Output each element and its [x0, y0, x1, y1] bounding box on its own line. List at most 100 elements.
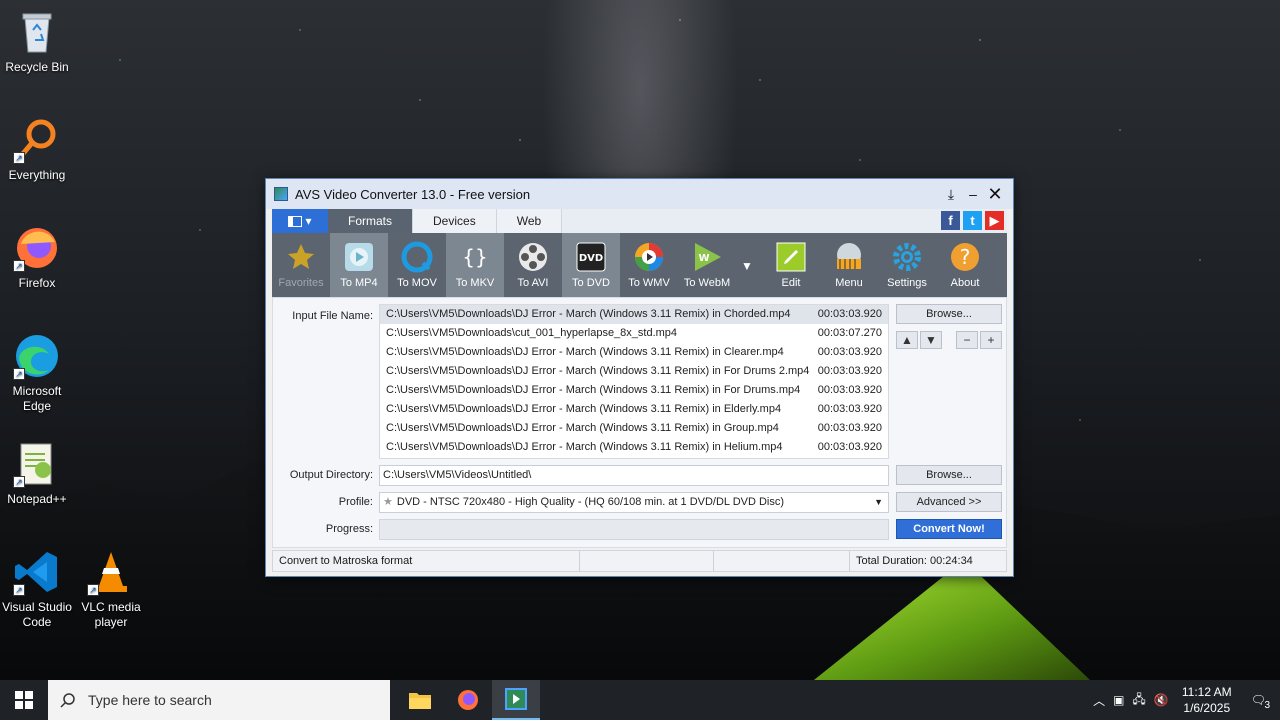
- notepadpp-icon: ↗: [13, 440, 61, 488]
- network-icon[interactable]: 🖧: [1132, 690, 1145, 711]
- svg-text:DVD: DVD: [579, 253, 603, 264]
- desktop-icon-firefox[interactable]: ↗ Firefox: [0, 224, 74, 291]
- shortcut-arrow-icon: ↗: [13, 260, 25, 272]
- profile-select[interactable]: ★ DVD - NTSC 720x480 - High Quality - (H…: [379, 492, 889, 513]
- minus-icon: −: [963, 333, 971, 347]
- tab-devices[interactable]: Devices: [413, 209, 497, 233]
- remove-file-button[interactable]: −: [956, 331, 978, 349]
- folder-icon: [409, 693, 431, 709]
- output-directory-field[interactable]: C:\Users\VM5\Videos\Untitled\: [379, 465, 889, 486]
- converter-panel: Input File Name: C:\Users\VM5\Downloads\…: [272, 297, 1007, 548]
- file-duration: 00:03:03.920: [817, 384, 882, 396]
- notification-center-button[interactable]: 🗨 3: [1245, 693, 1272, 711]
- output-directory-label: Output Directory:: [289, 469, 373, 481]
- toolbar-favorites[interactable]: Favorites: [272, 233, 330, 297]
- svg-text:{}: {}: [462, 245, 487, 269]
- taskbar-firefox[interactable]: [444, 680, 492, 720]
- file-path: C:\Users\VM5\Downloads\DJ Error - March …: [386, 346, 784, 358]
- gear-icon: [891, 241, 923, 273]
- help-icon: ?: [949, 241, 981, 273]
- desktop-icon-notepadpp[interactable]: ↗ Notepad++: [0, 440, 74, 507]
- file-row[interactable]: C:\Users\VM5\Downloads\DJ Error - March …: [380, 343, 888, 362]
- input-file-list[interactable]: C:\Users\VM5\Downloads\DJ Error - March …: [379, 304, 889, 459]
- desktop-icon-label: Everything: [8, 168, 66, 182]
- facebook-icon[interactable]: f: [941, 211, 960, 230]
- desktop-icon-vlc[interactable]: ↗ VLC media player: [74, 548, 148, 630]
- arrow-up-icon: ▲: [901, 333, 913, 347]
- tab-formats[interactable]: Formats: [328, 209, 414, 233]
- youtube-icon[interactable]: ▶: [985, 211, 1004, 230]
- main-menu-button[interactable]: ▾: [272, 209, 328, 233]
- toolbar-settings[interactable]: Settings: [878, 233, 936, 297]
- chevron-down-icon: ▼: [874, 497, 883, 507]
- browse-output-button[interactable]: Browse...: [896, 465, 1002, 485]
- toolbar-about[interactable]: ? About: [936, 233, 994, 297]
- everything-search-icon: ↗: [13, 116, 61, 164]
- edit-icon: [775, 241, 807, 273]
- avi-film-reel-icon: [517, 241, 549, 273]
- toolbar-to-avi[interactable]: To AVI: [504, 233, 562, 297]
- toolbar-edit[interactable]: Edit: [762, 233, 820, 297]
- file-duration: 00:03:03.920: [817, 365, 882, 377]
- file-row[interactable]: C:\Users\VM5\Downloads\DJ Error - March …: [380, 362, 888, 381]
- file-row[interactable]: C:\Users\VM5\Downloads\DJ Error - March …: [380, 438, 888, 457]
- plus-icon: +: [987, 333, 995, 347]
- browse-input-button[interactable]: Browse...: [896, 304, 1002, 324]
- mov-icon: [401, 241, 433, 273]
- mkv-icon: {}: [459, 241, 491, 273]
- file-path: C:\Users\VM5\Downloads\DJ Error - March …: [386, 384, 801, 396]
- shortcut-arrow-icon: ↗: [13, 476, 25, 488]
- move-down-button[interactable]: ▼: [920, 331, 942, 349]
- twitter-icon[interactable]: t: [963, 211, 982, 230]
- vscode-icon: ↗: [13, 548, 61, 596]
- taskbar-search[interactable]: Type here to search: [48, 680, 390, 720]
- start-button[interactable]: [0, 680, 48, 720]
- toolbar-to-mov[interactable]: To MOV: [388, 233, 446, 297]
- arrow-down-icon: ▼: [925, 333, 937, 347]
- toolbar-to-mkv[interactable]: {} To MKV: [446, 233, 504, 297]
- desktop-icon-vscode[interactable]: ↗ Visual Studio Code: [0, 548, 74, 630]
- file-row[interactable]: C:\Users\VM5\Downloads\cut_001_hyperlaps…: [380, 324, 888, 343]
- input-file-label: Input File Name:: [292, 310, 373, 322]
- dvd-icon: DVD: [575, 241, 607, 273]
- clock[interactable]: 11:12 AM 1/6/2025: [1177, 684, 1237, 716]
- pin-icon[interactable]: ⤓: [941, 184, 961, 204]
- toolbar-to-dvd[interactable]: DVD To DVD: [562, 233, 620, 297]
- windows-logo-icon: [15, 691, 33, 709]
- star-icon: [285, 241, 317, 273]
- desktop-icon-recycle-bin[interactable]: Recycle Bin: [0, 8, 74, 75]
- clock-date: 1/6/2025: [1183, 701, 1231, 715]
- desktop-icon-edge[interactable]: ↗ Microsoft Edge: [0, 332, 74, 414]
- file-row[interactable]: C:\Users\VM5\Downloads\DJ Error - March …: [380, 381, 888, 400]
- taskbar-file-explorer[interactable]: [396, 680, 444, 720]
- add-file-button[interactable]: +: [980, 331, 1002, 349]
- file-row[interactable]: C:\Users\VM5\Downloads\DJ Error - March …: [380, 400, 888, 419]
- file-path: C:\Users\VM5\Downloads\DJ Error - March …: [386, 403, 782, 415]
- file-row[interactable]: C:\Users\VM5\Downloads\DJ Error - March …: [380, 305, 888, 324]
- toolbar-to-mp4[interactable]: To MP4: [330, 233, 388, 297]
- chevron-up-icon[interactable]: ︿: [1093, 692, 1105, 709]
- tab-web[interactable]: Web: [496, 209, 563, 233]
- volume-muted-icon[interactable]: 🔇: [1154, 693, 1169, 707]
- toolbar-menu[interactable]: Menu: [820, 233, 878, 297]
- avs-app-icon: [505, 688, 527, 710]
- file-path: C:\Users\VM5\Downloads\DJ Error - March …: [386, 365, 810, 377]
- close-button[interactable]: ✕: [985, 184, 1005, 204]
- toolbar-to-wmv[interactable]: To WMV: [620, 233, 678, 297]
- taskbar-avs-converter[interactable]: [492, 680, 540, 720]
- profile-value: DVD - NTSC 720x480 - High Quality - (HQ …: [396, 496, 785, 508]
- desktop-icon-everything[interactable]: ↗ Everything: [0, 116, 74, 183]
- convert-now-button[interactable]: Convert Now!: [896, 519, 1002, 539]
- status-message: Convert to Matroska format: [273, 551, 580, 571]
- file-path: C:\Users\VM5\Downloads\DJ Error - March …: [386, 441, 783, 453]
- shortcut-arrow-icon: ↗: [13, 152, 25, 164]
- tray-app-icon[interactable]: ▣: [1113, 693, 1124, 707]
- more-formats-dropdown[interactable]: ▼: [736, 233, 758, 297]
- advanced-button[interactable]: Advanced >>: [896, 492, 1002, 512]
- toolbar-to-webm[interactable]: W To WebM: [678, 233, 736, 297]
- file-row[interactable]: C:\Users\VM5\Downloads\DJ Error - March …: [380, 419, 888, 438]
- title-bar[interactable]: AVS Video Converter 13.0 - Free version …: [266, 179, 1013, 209]
- minimize-button[interactable]: –: [963, 184, 983, 204]
- move-up-button[interactable]: ▲: [896, 331, 918, 349]
- desktop-icon-label: Visual Studio Code: [2, 600, 72, 629]
